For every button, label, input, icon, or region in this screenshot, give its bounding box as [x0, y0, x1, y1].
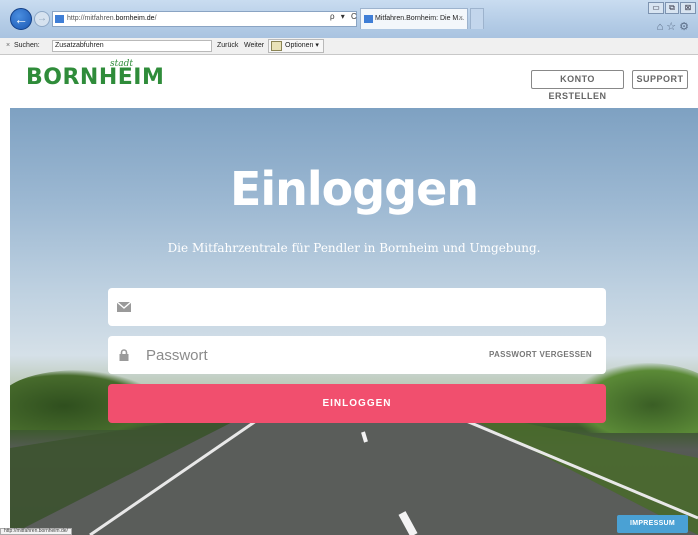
findbar-close-icon[interactable]: ×: [6, 38, 10, 54]
envelope-icon: [108, 288, 140, 326]
logo-stadt-text: stadt: [110, 59, 133, 69]
address-bar[interactable]: http://mitfahren.bornheim.de/: [52, 11, 357, 27]
findbar-options-button[interactable]: Optionen ▾: [268, 39, 324, 53]
email-field[interactable]: [108, 288, 606, 326]
window-close-button[interactable]: ⊠: [680, 2, 696, 14]
logo-text: BORNHEIM: [26, 65, 165, 90]
browser-tab[interactable]: Mitfahren.Bornheim: Die M... ×: [360, 8, 468, 29]
email-input[interactable]: [146, 288, 345, 326]
address-suffix: /: [154, 15, 157, 22]
home-favorites-settings-icons[interactable]: ⌂☆⚙: [657, 20, 692, 33]
address-search-refresh-icons[interactable]: ρ ▾ C: [330, 12, 359, 21]
findbar-label: Suchen:: [14, 42, 40, 49]
lock-icon: [108, 336, 140, 374]
findbar-previous-button[interactable]: Zurück: [217, 38, 238, 54]
address-domain: bornheim.de: [115, 15, 155, 22]
tab-favicon-icon: [364, 15, 373, 23]
findbar-next-button[interactable]: Weiter: [244, 38, 264, 54]
options-pencil-icon: [271, 41, 282, 51]
site-header: stadt BORNHEIM KONTO ERSTELLEN SUPPORT: [0, 56, 698, 108]
status-url: http://mitfahren.bornheim.de/: [0, 528, 72, 535]
password-field[interactable]: PASSWORT VERGESSEN: [108, 336, 606, 374]
create-account-button[interactable]: KONTO ERSTELLEN: [531, 70, 624, 101]
password-input[interactable]: [146, 336, 466, 374]
bornheim-logo[interactable]: stadt BORNHEIM: [26, 59, 165, 91]
address-prefix: http://mitfahren.: [67, 15, 116, 22]
browser-titlebar: ← → http://mitfahren.bornheim.de/ ρ ▾ C …: [0, 0, 698, 38]
page-subtitle: Die Mitfahrzentrale für Pendler in Bornh…: [167, 241, 541, 255]
back-arrow-icon[interactable]: ←: [10, 8, 32, 30]
impressum-button[interactable]: IMPRESSUM: [617, 515, 688, 533]
window-minimize-button[interactable]: ▭: [648, 2, 664, 14]
window-maximize-button[interactable]: ⧉: [665, 2, 679, 14]
site-favicon-icon: [55, 15, 64, 23]
find-bar: × Suchen: Zusatzabfuhren Zurück Weiter O…: [0, 38, 698, 55]
hero-section: Einloggen Die Mitfahrzentrale für Pendle…: [10, 108, 698, 535]
tab-close-icon[interactable]: ×: [459, 9, 463, 29]
tab-title: Mitfahren.Bornheim: Die M...: [375, 15, 465, 22]
findbar-options-label: Optionen ▾: [285, 42, 319, 49]
forward-arrow-icon[interactable]: →: [34, 11, 50, 27]
forgot-password-link[interactable]: PASSWORT VERGESSEN: [489, 336, 592, 374]
login-button[interactable]: EINLOGGEN: [108, 384, 606, 423]
findbar-search-input[interactable]: Zusatzabfuhren: [52, 40, 212, 52]
support-button[interactable]: SUPPORT: [632, 70, 688, 89]
new-tab-button[interactable]: [470, 8, 484, 29]
page-title: Einloggen: [229, 162, 479, 216]
